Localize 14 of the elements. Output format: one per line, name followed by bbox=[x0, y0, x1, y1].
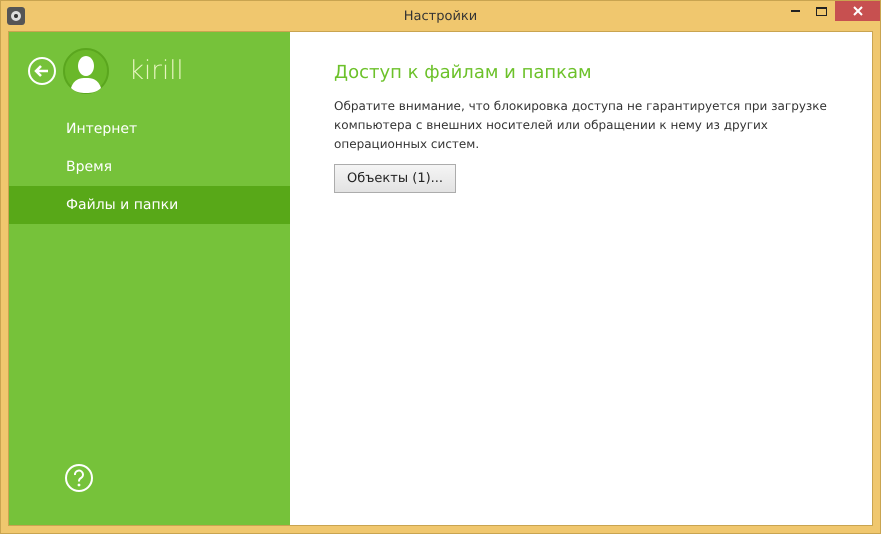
minimize-icon bbox=[790, 10, 800, 12]
user-name: kirill bbox=[129, 56, 184, 86]
notice-text: Обратите внимание, что блокировка доступа не гарантируется при загрузке компьютера с внешних носителей или обращении к нему из других операционных систем. bbox=[334, 98, 828, 153]
maximize-icon bbox=[816, 6, 827, 16]
app-icon bbox=[7, 7, 25, 25]
avatar-icon bbox=[63, 48, 109, 94]
objects-button[interactable]: Объекты (1)... bbox=[334, 164, 456, 193]
nav-item[interactable]: Файлы и папки bbox=[9, 186, 290, 224]
section-heading: Доступ к файлам и папкам bbox=[334, 62, 593, 83]
close-icon bbox=[852, 6, 862, 16]
nav-item[interactable]: Интернет bbox=[9, 110, 290, 148]
window-title: Настройки bbox=[404, 8, 478, 24]
nav-item[interactable]: Время bbox=[9, 148, 290, 186]
close-button[interactable] bbox=[835, 1, 880, 21]
